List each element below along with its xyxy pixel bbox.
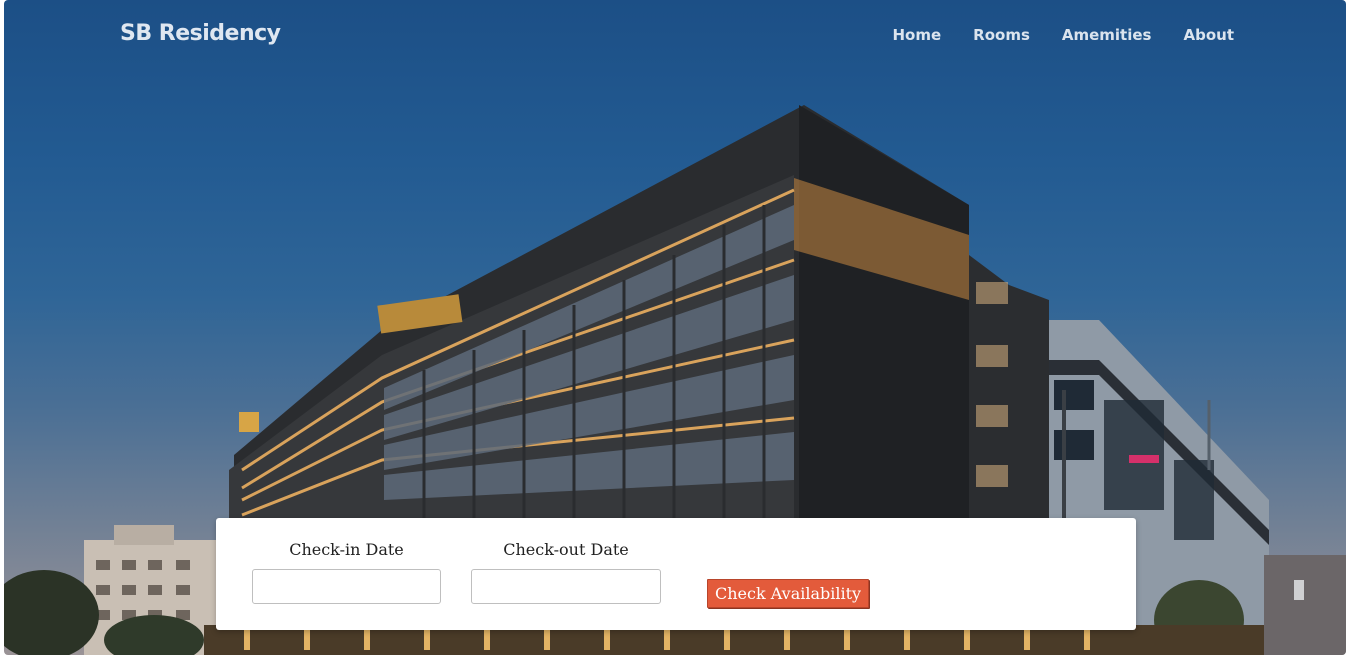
nav-rooms[interactable]: Rooms bbox=[973, 26, 1030, 44]
checkin-date-input[interactable] bbox=[252, 569, 441, 604]
check-availability-button[interactable]: Check Availability bbox=[707, 579, 870, 608]
hero-section: SB Residency Home Rooms Amemities About … bbox=[4, 0, 1346, 655]
checkin-field-group: Check-in Date bbox=[252, 540, 441, 604]
checkin-label: Check-in Date bbox=[289, 540, 404, 559]
checkout-field-group: Check-out Date bbox=[471, 540, 661, 604]
booking-panel: Check-in Date Check-out Date Check Avail… bbox=[216, 518, 1136, 630]
checkout-date-input[interactable] bbox=[471, 569, 661, 604]
main-nav: Home Rooms Amemities About bbox=[892, 26, 1234, 44]
nav-about[interactable]: About bbox=[1183, 26, 1234, 44]
nav-amenities[interactable]: Amemities bbox=[1062, 26, 1152, 44]
brand-logo[interactable]: SB Residency bbox=[120, 21, 281, 46]
nav-home[interactable]: Home bbox=[892, 26, 941, 44]
checkout-label: Check-out Date bbox=[503, 540, 629, 559]
